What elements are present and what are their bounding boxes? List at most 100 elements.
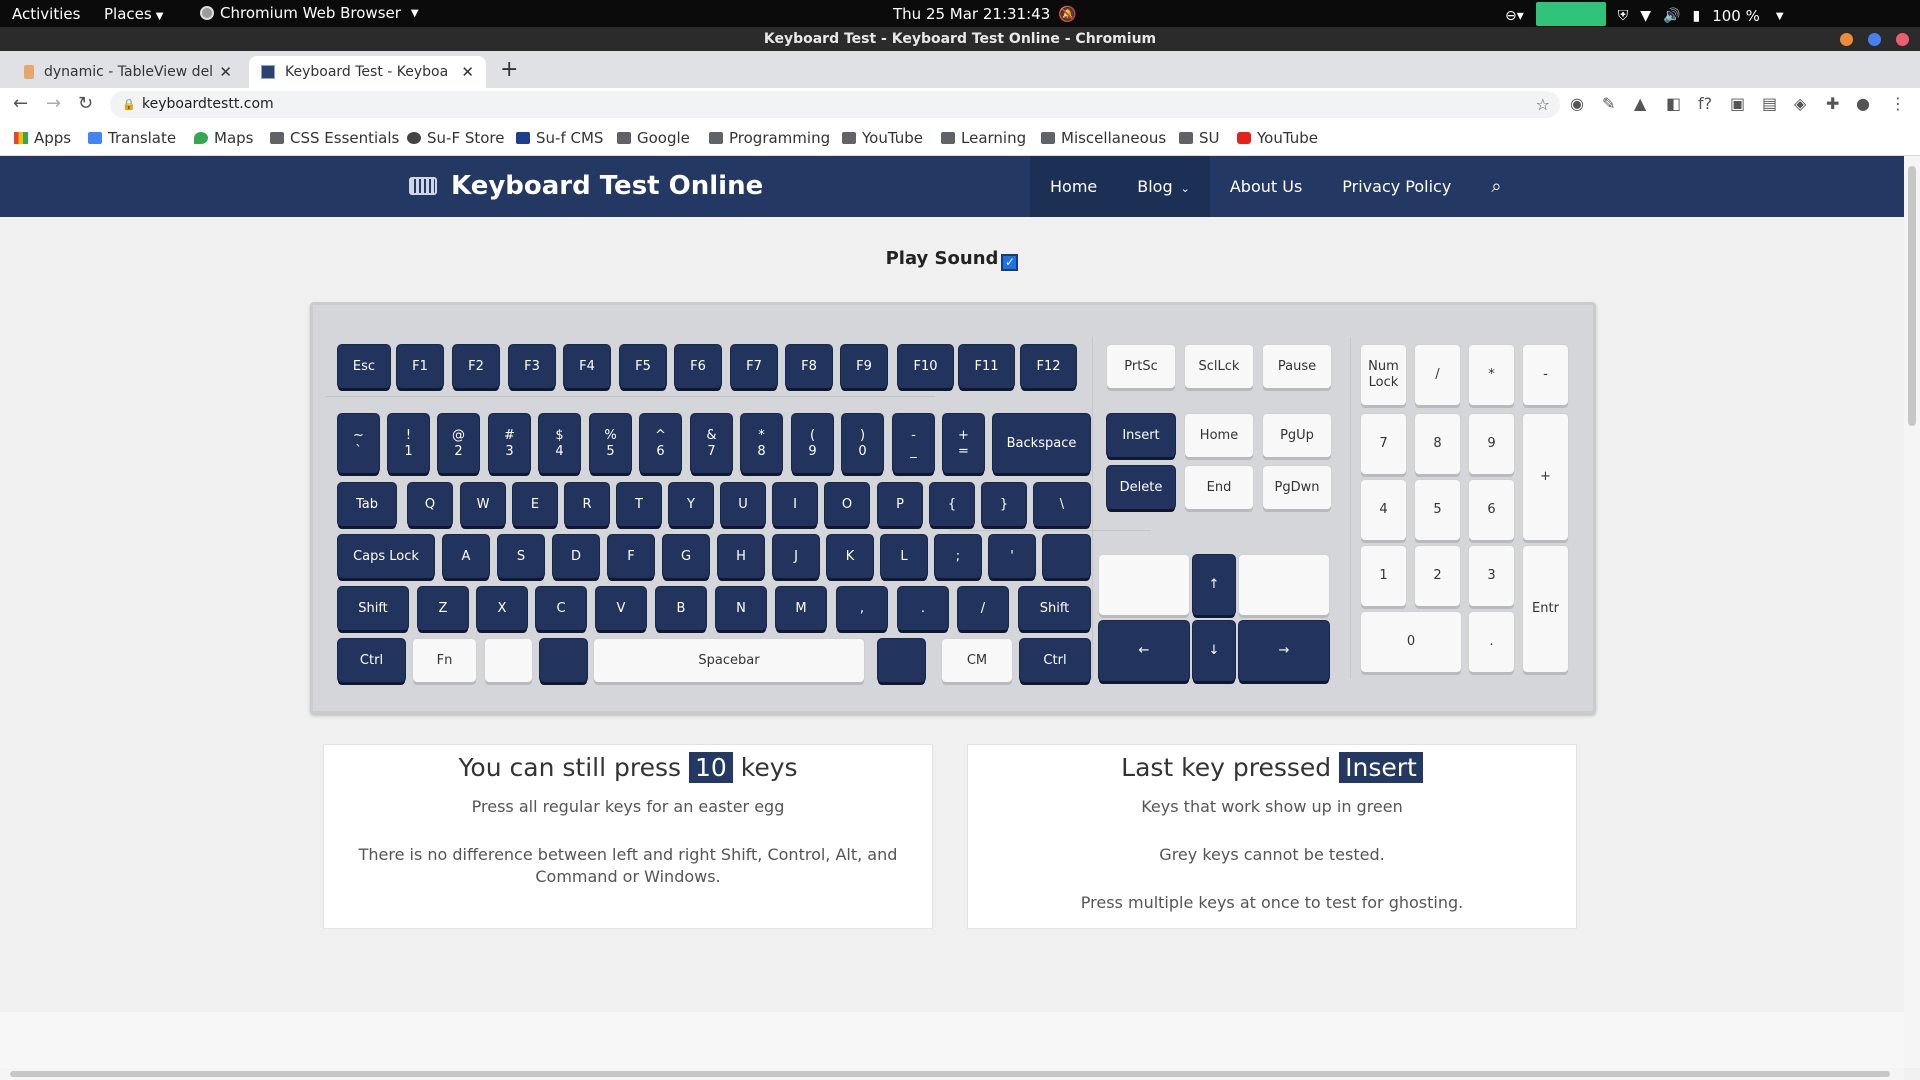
key-prtsc[interactable]: PrtSc	[1107, 345, 1175, 388]
key-symbol[interactable]: -	[1523, 345, 1568, 405]
key-symbol[interactable]: .	[898, 587, 948, 630]
search-icon[interactable]: ⌕	[1471, 156, 1521, 217]
key-w[interactable]: W	[461, 483, 505, 526]
play-sound-checkbox[interactable]: ✓	[1001, 254, 1019, 271]
key-6[interactable]: 6	[1469, 480, 1514, 540]
key-tab[interactable]: Tab	[338, 483, 396, 526]
key-shift[interactable]: Shift	[1019, 587, 1090, 630]
key-symbol[interactable]: '	[989, 535, 1035, 578]
key-symbol[interactable]: ;	[935, 535, 981, 578]
close-window-button[interactable]	[1896, 33, 1909, 46]
key-t[interactable]: T	[617, 483, 661, 526]
key-i[interactable]: I	[773, 483, 817, 526]
key-delete[interactable]: Delete	[1107, 466, 1175, 509]
key-insert[interactable]: Insert	[1107, 414, 1175, 457]
nav-privacy[interactable]: Privacy Policy	[1322, 156, 1471, 217]
key-4[interactable]: 4	[1361, 480, 1406, 540]
key-symbol[interactable]: + =	[943, 414, 984, 473]
key-q[interactable]: Q	[408, 483, 452, 526]
key-3[interactable]: # 3	[489, 414, 530, 473]
profile-avatar-icon[interactable]: ●	[1856, 94, 1870, 113]
key-ctrl[interactable]: Ctrl	[1020, 639, 1090, 682]
key-f[interactable]: F	[608, 535, 654, 578]
key-0[interactable]: ) 0	[842, 414, 883, 473]
key-f8[interactable]: F8	[786, 345, 832, 388]
key-backspace[interactable]: Backspace	[993, 414, 1090, 473]
key-shift[interactable]: Shift	[338, 587, 408, 630]
key-cm[interactable]: CM	[942, 639, 1012, 682]
key-u[interactable]: U	[721, 483, 765, 526]
minimize-button[interactable]	[1840, 33, 1853, 46]
key-y[interactable]: Y	[669, 483, 713, 526]
key-symbol[interactable]: ↑	[1193, 555, 1235, 615]
key-blank[interactable]	[1043, 535, 1090, 578]
key-f1[interactable]: F1	[397, 345, 443, 388]
extension-icon[interactable]: ▲	[1634, 94, 1646, 113]
new-tab-button[interactable]: +	[500, 57, 518, 82]
extension-icon[interactable]: ◈	[1794, 94, 1806, 113]
bookmark-suf-cms[interactable]: Su-f CMS	[516, 129, 603, 147]
key-h[interactable]: H	[718, 535, 764, 578]
key-f6[interactable]: F6	[675, 345, 721, 388]
font-icon[interactable]: f?	[1698, 94, 1712, 113]
extension-icon[interactable]: ✎	[1602, 94, 1615, 113]
bookmark-programming[interactable]: Programming	[709, 129, 830, 147]
key-pgdwn[interactable]: PgDwn	[1263, 466, 1331, 509]
places-menu[interactable]: Places ▼	[104, 5, 163, 23]
key-b[interactable]: B	[656, 587, 706, 630]
key-7[interactable]: 7	[1361, 414, 1406, 474]
key-c[interactable]: C	[536, 587, 586, 630]
key-symbol[interactable]: {	[930, 483, 974, 526]
key-f10[interactable]: F10	[898, 345, 953, 388]
scrollbar-thumb[interactable]	[1908, 166, 1916, 426]
key-home[interactable]: Home	[1185, 414, 1253, 457]
key-9[interactable]: ( 9	[792, 414, 833, 473]
key-1[interactable]: ! 1	[388, 414, 429, 473]
key-f5[interactable]: F5	[620, 345, 666, 388]
address-bar[interactable]: 🔒 keyboardtestt.com ☆	[110, 91, 1560, 118]
key-end[interactable]: End	[1185, 466, 1253, 509]
extension-icon[interactable]: ▣	[1730, 94, 1745, 113]
status-area[interactable]: ⊖▾ ⛨ ▼ 🔊 ▮ 100 % ▼	[1505, 2, 1784, 28]
tab-keyboard-test[interactable]: Keyboard Test - Keyboa ✕	[249, 56, 486, 88]
key-1[interactable]: 1	[1361, 546, 1406, 606]
key-p[interactable]: P	[878, 483, 922, 526]
key-symbol[interactable]: \	[1034, 483, 1090, 526]
bookmark-su[interactable]: SU	[1179, 129, 1220, 147]
extension-icon[interactable]: ▤	[1762, 94, 1777, 113]
bookmark-learning[interactable]: Learning	[941, 129, 1026, 147]
key-symbol[interactable]: *	[1469, 345, 1514, 405]
bookmark-translate[interactable]: Translate	[88, 129, 176, 147]
back-arrow-icon[interactable]: ←	[13, 93, 28, 114]
key-4[interactable]: $ 4	[539, 414, 580, 473]
puzzle-icon[interactable]: ✚	[1826, 94, 1839, 113]
key-symbol[interactable]: /	[1415, 345, 1460, 405]
scrollbar-thumb[interactable]	[10, 1071, 1890, 1077]
key-symbol[interactable]: +	[1523, 414, 1568, 540]
key-6[interactable]: ^ 6	[640, 414, 681, 473]
close-tab-icon[interactable]: ✕	[219, 63, 232, 81]
key-symbol[interactable]: ,	[837, 587, 887, 630]
key-symbol[interactable]: ↓	[1193, 621, 1235, 681]
key-7[interactable]: & 7	[691, 414, 732, 473]
key-ctrl[interactable]: Ctrl	[338, 639, 405, 682]
key-l[interactable]: L	[881, 535, 927, 578]
close-tab-icon[interactable]: ✕	[461, 63, 474, 81]
key-fn[interactable]: Fn	[413, 639, 476, 682]
key-f2[interactable]: F2	[453, 345, 499, 388]
key-0[interactable]: 0	[1361, 612, 1461, 672]
key-spacebar[interactable]: Spacebar	[594, 639, 864, 682]
key-j[interactable]: J	[773, 535, 819, 578]
key-s[interactable]: S	[498, 535, 544, 578]
nav-blog[interactable]: Blog ⌄	[1117, 156, 1210, 217]
key-scllck[interactable]: SclLck	[1185, 345, 1253, 388]
bookmark-suf-store[interactable]: Su-F Store	[407, 129, 504, 147]
reload-icon[interactable]: ↻	[78, 93, 93, 114]
bookmark-google[interactable]: Google	[617, 129, 690, 147]
key-r[interactable]: R	[565, 483, 609, 526]
bookmark-youtube-folder[interactable]: YouTube	[842, 129, 923, 147]
activities-button[interactable]: Activities	[12, 5, 80, 23]
key-blank[interactable]	[540, 639, 587, 682]
nav-about[interactable]: About Us	[1210, 156, 1322, 217]
key-x[interactable]: X	[477, 587, 527, 630]
